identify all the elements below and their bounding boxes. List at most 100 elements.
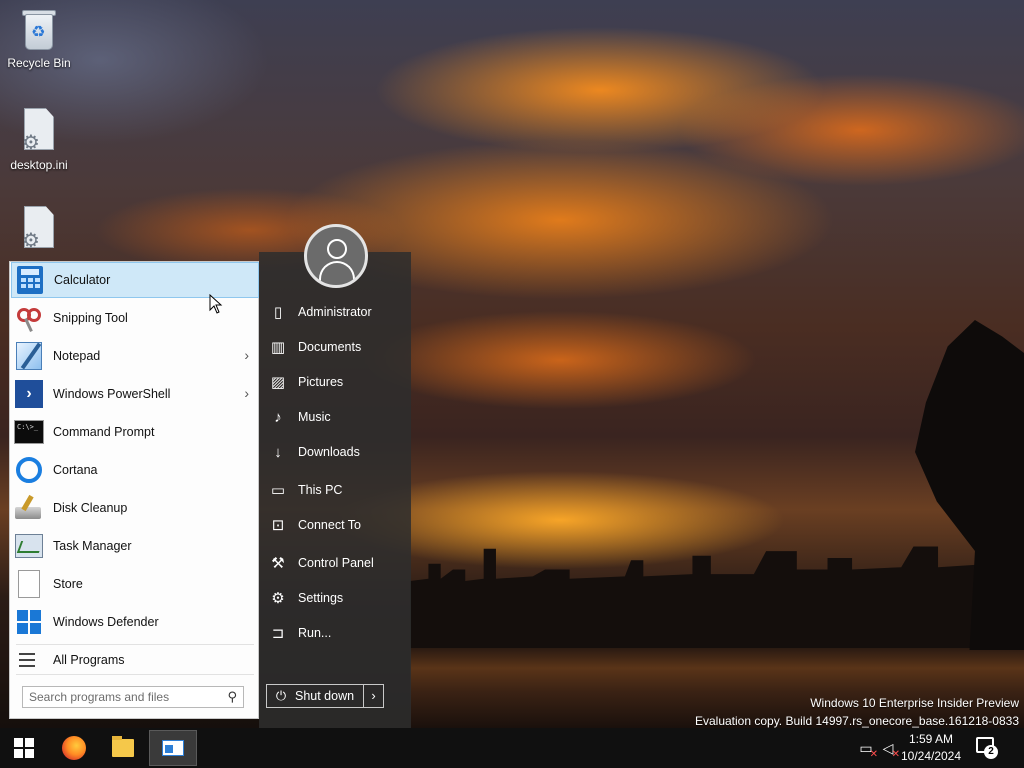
chevron-right-icon[interactable]: › (244, 347, 249, 363)
network-disconnected-icon[interactable]: ▭ ✕ (856, 738, 878, 760)
wallpaper-city-skyline (410, 535, 1024, 650)
all-programs-icon (13, 644, 45, 676)
documents-icon: ▥ (270, 339, 286, 356)
program-store[interactable]: Store (11, 566, 259, 602)
place-downloads[interactable]: ↓ Downloads (267, 436, 407, 468)
place-settings[interactable]: ⚙ Settings (267, 582, 407, 614)
this-pc-icon: ▭ (270, 482, 286, 499)
store-icon (13, 568, 45, 600)
program-notepad[interactable]: Notepad › (11, 338, 259, 374)
task-manager-icon (13, 530, 45, 562)
place-control-panel[interactable]: ⚒ Control Panel (267, 547, 407, 579)
desktop-icon-settings-file[interactable]: ⚙ (0, 206, 78, 256)
place-label: Settings (298, 591, 344, 605)
program-cortana[interactable]: Cortana (11, 452, 259, 488)
place-this-pc[interactable]: ▭ This PC (267, 474, 407, 506)
taskbar-firefox[interactable] (50, 728, 98, 768)
settings-icon: ⚙ (271, 590, 285, 607)
program-command-prompt[interactable]: C:\>_ Command Prompt (11, 414, 259, 450)
place-music[interactable]: ♪ Music (267, 401, 407, 433)
desktop-icon-label: Recycle Bin (7, 56, 71, 70)
search-input[interactable] (23, 687, 213, 707)
system-clock[interactable]: 1:59 AM 10/24/2024 (895, 731, 967, 765)
program-label: Disk Cleanup (53, 501, 128, 515)
clock-date: 10/24/2024 (900, 749, 962, 763)
shutdown-options-chevron-icon[interactable]: › (363, 685, 383, 707)
chevron-right-icon[interactable]: › (244, 385, 249, 401)
settings-file-icon: ⚙ (20, 108, 58, 154)
program-windows-powershell[interactable]: › Windows PowerShell › (11, 376, 259, 412)
snipping-tool-icon (13, 302, 45, 334)
program-windows-defender[interactable]: Windows Defender (11, 604, 259, 640)
place-label: Control Panel (298, 556, 374, 570)
start-icon (14, 738, 34, 758)
place-label: Connect To (298, 518, 362, 532)
recycle-bin-icon: ♻ (19, 8, 59, 52)
notepad-icon (13, 340, 45, 372)
place-label: Pictures (298, 375, 344, 389)
place-label: Run... (298, 626, 332, 640)
program-label: Cortana (53, 463, 98, 477)
place-label: Downloads (298, 445, 360, 459)
taskbar-file-explorer[interactable] (99, 728, 147, 768)
desktop-icon-recycle-bin[interactable]: ♻ Recycle Bin (0, 8, 78, 70)
program-label: Task Manager (53, 539, 132, 553)
search-icon[interactable]: ⚲ (227, 689, 237, 705)
search-divider (16, 674, 254, 675)
program-label: Calculator (54, 273, 111, 287)
music-icon: ♪ (274, 408, 282, 426)
windows-defender-icon (13, 606, 45, 638)
program-label: Snipping Tool (53, 311, 128, 325)
active-window-icon (162, 740, 184, 756)
program-label: Windows Defender (53, 615, 159, 629)
shutdown-label: Shut down (295, 689, 355, 703)
connect-to-icon: ⊡ (271, 517, 285, 534)
program-task-manager[interactable]: Task Manager (11, 528, 259, 564)
start-button[interactable] (0, 728, 48, 768)
program-label: Store (53, 577, 83, 591)
shutdown-button[interactable]: ⏻ Shut down › (266, 684, 384, 708)
place-pictures[interactable]: ▨ Pictures (267, 366, 407, 398)
place-run[interactable]: ⊐ Run... (267, 617, 407, 649)
start-menu-programs-panel: Calculator Snipping Tool Notepad › › Win… (9, 261, 259, 719)
settings-file-icon: ⚙ (20, 206, 58, 252)
place-label: Administrator (298, 305, 372, 319)
desktop-icon-label: desktop.ini (10, 158, 68, 172)
taskbar: ▭ ✕ ◁ ✕ 1:59 AM 10/24/2024 2 (0, 728, 1024, 768)
run-icon: ⊐ (271, 625, 285, 642)
calculator-icon (14, 264, 46, 296)
file-explorer-icon (112, 736, 134, 757)
desktop-icon-desktop-ini[interactable]: ⚙ desktop.ini (0, 108, 78, 172)
place-administrator[interactable]: ▯ Administrator (267, 296, 407, 328)
user-folder-icon: ▯ (273, 304, 283, 321)
place-label: This PC (298, 483, 343, 497)
control-panel-icon: ⚒ (271, 555, 285, 572)
clock-time: 1:59 AM (908, 732, 954, 746)
all-programs-label: All Programs (53, 653, 125, 667)
firefox-icon (62, 736, 86, 760)
downloads-icon: ↓ (274, 443, 282, 461)
program-calculator[interactable]: Calculator (11, 262, 259, 298)
program-label: Notepad (53, 349, 101, 363)
place-documents[interactable]: ▥ Documents (267, 331, 407, 363)
program-label: Windows PowerShell (53, 387, 171, 401)
program-disk-cleanup[interactable]: Disk Cleanup (11, 490, 259, 526)
start-menu-places-panel: ▯ Administrator ▥ Documents ▨ Pictures ♪… (259, 224, 411, 728)
cortana-icon (13, 454, 45, 486)
place-label: Music (298, 410, 331, 424)
search-box[interactable]: ⚲ (22, 686, 244, 708)
action-center-button[interactable]: 2 (976, 737, 998, 759)
pictures-icon: ▨ (270, 374, 286, 391)
disk-cleanup-icon (13, 492, 45, 524)
program-label: Command Prompt (53, 425, 155, 439)
place-connect-to[interactable]: ⊡ Connect To (267, 509, 407, 541)
build-watermark: Windows 10 Enterprise Insider Preview Ev… (695, 694, 1019, 730)
all-programs-button[interactable]: All Programs (11, 642, 259, 678)
notification-count: 2 (984, 745, 998, 759)
place-label: Documents (298, 340, 362, 354)
taskbar-active-window[interactable] (149, 730, 197, 766)
power-icon: ⏻ (275, 688, 287, 703)
watermark-edition: Windows 10 Enterprise Insider Preview (810, 696, 1019, 710)
command-prompt-icon: C:\>_ (13, 416, 45, 448)
user-avatar[interactable] (304, 224, 368, 288)
